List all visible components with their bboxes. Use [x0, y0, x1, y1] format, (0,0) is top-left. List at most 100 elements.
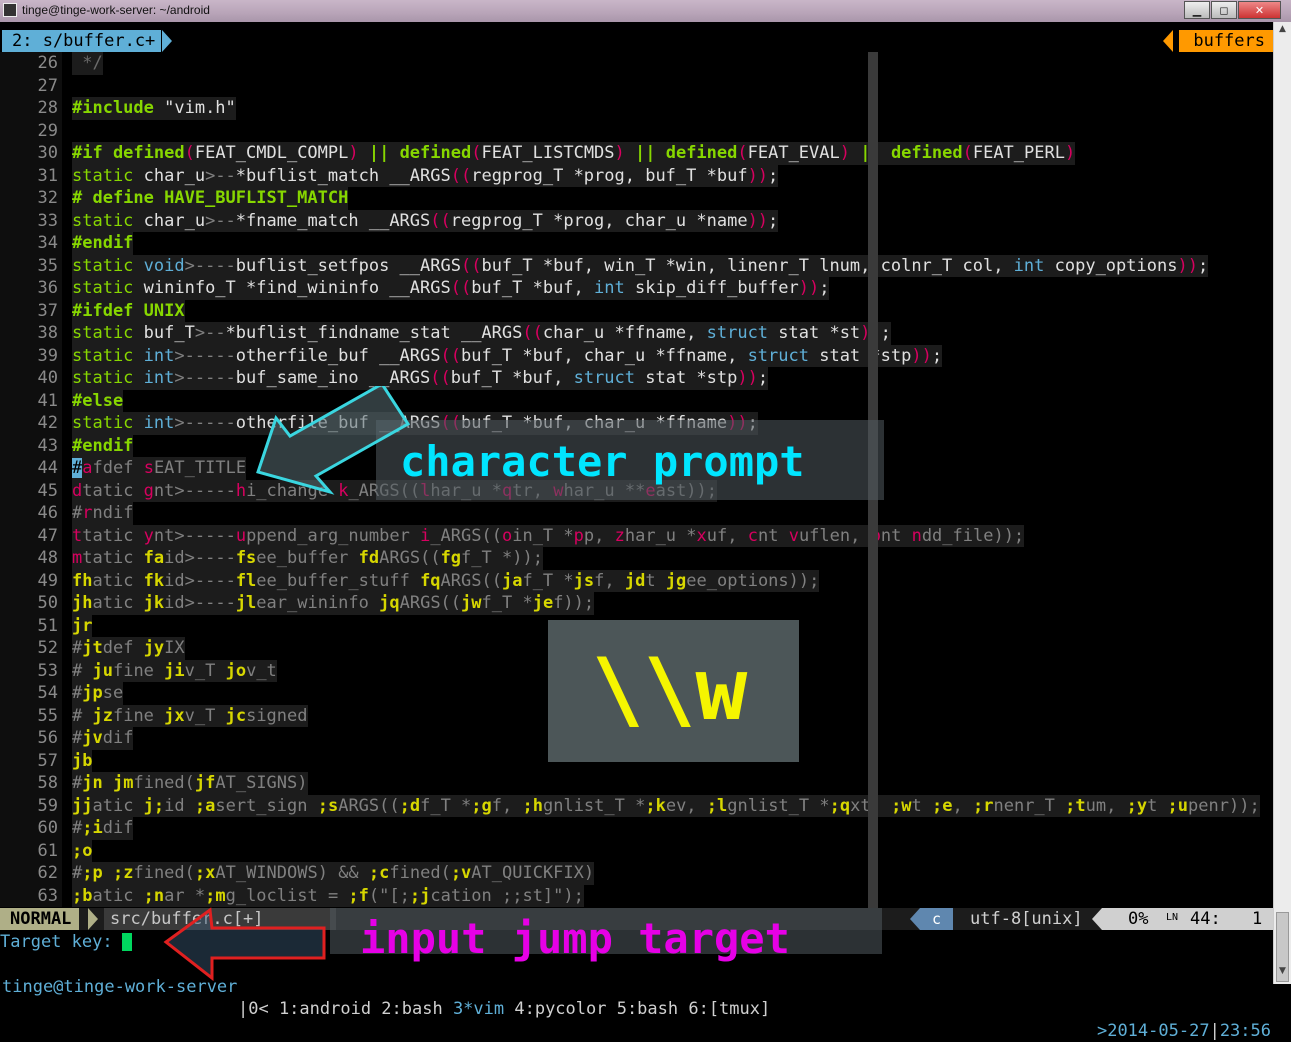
code-line[interactable]: 28 #include "vim.h" [0, 97, 1273, 120]
code-token: )) [747, 210, 769, 231]
window-scrollbar[interactable]: ▲ ▼ [1273, 22, 1291, 984]
code-token: static [72, 278, 134, 298]
code-line[interactable]: 26 */ [0, 52, 1273, 75]
line-number: 40 [0, 367, 62, 390]
code-token: FEAT_LISTCMDS [481, 143, 615, 163]
code-token: , [952, 795, 973, 816]
code-line[interactable]: 62 #;p ;zfined(;xAT_WINDOWS) && ;cfined(;… [0, 862, 1273, 885]
code-line[interactable]: 31 static char_u>--*buflist_match __ARGS(… [0, 164, 1273, 187]
code-text: static char_u>--*fname_match __ARGS((reg… [72, 209, 779, 232]
code-token: #endif [72, 233, 134, 253]
code-text: #ifdef UNIX [72, 299, 185, 322]
code-token: ; [757, 368, 769, 388]
code-line[interactable]: 59 jjatic j;id ;asert_sign ;sARGS((;df_T … [0, 794, 1273, 817]
command-line[interactable]: Target key: [0, 931, 113, 953]
code-token: *buflist_match __ARGS [235, 165, 451, 186]
code-line[interactable]: 40 static int>-----buf_same_ino __ARGS((b… [0, 367, 1273, 390]
code-token: har_u * [624, 525, 697, 546]
code-token: f, [594, 570, 625, 591]
code-token: gnlist_T * [727, 795, 830, 816]
code-token: jw [461, 593, 482, 613]
code-line[interactable]: 46 #rndif [0, 502, 1273, 525]
code-token: jn [82, 773, 103, 793]
code-text: ;batic ;nar *;mg_loclist = ;f("[;;jcatio… [72, 884, 584, 907]
code-token: buf_T *buf, [471, 278, 595, 298]
code-line[interactable]: 27 [0, 74, 1273, 97]
maximize-button[interactable]: ◻ [1211, 1, 1237, 19]
code-text: # define HAVE_BUFLIST_MATCH [72, 187, 349, 210]
line-number: 42 [0, 412, 62, 435]
code-token: ;g [471, 795, 492, 816]
code-line[interactable]: 35 static void>----buflist_setfpos __ARGS… [0, 254, 1273, 277]
code-token: ( [737, 143, 748, 163]
code-text: jb [72, 749, 93, 772]
code-token: int [133, 413, 175, 433]
tab-right-separator [1163, 30, 1173, 52]
scroll-down-icon[interactable]: ▼ [1275, 966, 1290, 980]
code-line[interactable]: 30 #if defined(FEAT_CMDL_COMPL) || define… [0, 142, 1273, 165]
code-line[interactable]: 60 #;idif [0, 817, 1273, 840]
code-line[interactable]: 61 ;o [0, 839, 1273, 862]
code-token: *fname_match __ARGS [235, 210, 431, 231]
line-number: 39 [0, 344, 62, 367]
code-token: jr [72, 615, 93, 636]
code-line[interactable]: 37 #ifdef UNIX [0, 299, 1273, 322]
buffers-label: buffers [1179, 30, 1273, 52]
terminal-app-icon [3, 3, 17, 17]
code-line[interactable]: 32 # define HAVE_BUFLIST_MATCH [0, 187, 1273, 210]
code-line[interactable]: 41 #else [0, 389, 1273, 412]
code-line[interactable]: 34 #endif [0, 232, 1273, 255]
code-token: jq [379, 593, 400, 613]
minimize-button[interactable]: ▁ [1184, 1, 1210, 19]
code-token: ;x [194, 863, 216, 883]
code-token: v_T [184, 705, 226, 726]
code-token: (( [430, 210, 451, 231]
tmux-windows-suffix[interactable]: 4:pycolor 5:bash 6:[tmux] [504, 999, 770, 1019]
line-number: 37 [0, 299, 62, 322]
code-token: r [82, 503, 93, 523]
code-token: jv [82, 728, 103, 748]
scroll-up-icon[interactable]: ▲ [1275, 24, 1290, 38]
code-token: gnlist_T * [542, 795, 646, 816]
code-token: fk [143, 570, 165, 591]
code-line[interactable]: 38 static buf_T>--*buflist_findname_stat … [0, 322, 1273, 345]
code-token: f, [491, 795, 523, 816]
code-token: )) [737, 368, 758, 388]
code-token: fa [143, 548, 165, 568]
code-token: buf_T *buf, char_u *ffname, [460, 345, 748, 366]
code-token: v_t [246, 660, 277, 681]
code-token: fdef [92, 458, 144, 478]
tab-buffer-c[interactable]: 2: s/buffer.c+ [2, 30, 162, 52]
code-line[interactable]: 29 [0, 119, 1273, 142]
code-token: buf_T *buf, win_T *win, linenr_T lnum, c… [481, 255, 1014, 276]
code-token: nt>----- [153, 480, 236, 501]
code-line[interactable]: 47 ttatic ynt>-----uppend_arg_number i_AR… [0, 524, 1273, 547]
code-text: static int>-----buf_same_ino __ARGS((buf… [72, 367, 769, 390]
code-token: ;z [112, 863, 134, 883]
code-line[interactable]: 63 ;batic ;nar *;mg_loclist = ;f("[;;jcat… [0, 884, 1273, 907]
code-token: def [102, 638, 144, 658]
code-line[interactable]: 49 fhatic fkid>----flee_buffer_stuff fqAR… [0, 569, 1273, 592]
code-token: ee_buffer_stuff [256, 570, 421, 591]
code-token: FEAT_CMDL_COMPL [194, 143, 349, 163]
code-token: >---- [184, 255, 236, 276]
code-token: ; [880, 323, 891, 343]
code-line[interactable]: 36 static wininfo_T *find_wininfo __ARGS(… [0, 277, 1273, 300]
line-number: 49 [0, 569, 62, 592]
tmux-current-window[interactable]: 3*vim [453, 999, 504, 1019]
code-token: buflist_setfpos __ARGS [235, 255, 461, 276]
line-number: 43 [0, 434, 62, 457]
code-line[interactable]: 50 jhatic jkid>----jlear_wininfo jqARGS((… [0, 592, 1273, 615]
code-line[interactable]: 48 mtatic faid>----fsee_buffer fdARGS((fg… [0, 547, 1273, 570]
code-line[interactable]: 33 static char_u>--*fname_match __ARGS((r… [0, 209, 1273, 232]
line-number-icon: LN [1166, 912, 1179, 923]
code-token: fq [420, 570, 441, 591]
code-token: v [788, 525, 799, 546]
code-token: (( [450, 278, 472, 298]
code-token: # [72, 818, 83, 838]
code-line[interactable]: 58 #jn jmfined(jfAT_SIGNS) [0, 772, 1273, 795]
tmux-windows-prefix[interactable]: |0< 1:android 2:bash [238, 999, 453, 1019]
code-line[interactable]: 39 static int>-----otherfile_buf __ARGS((… [0, 344, 1273, 367]
code-token: t [645, 570, 666, 591]
close-button[interactable]: ✕ [1238, 1, 1281, 19]
